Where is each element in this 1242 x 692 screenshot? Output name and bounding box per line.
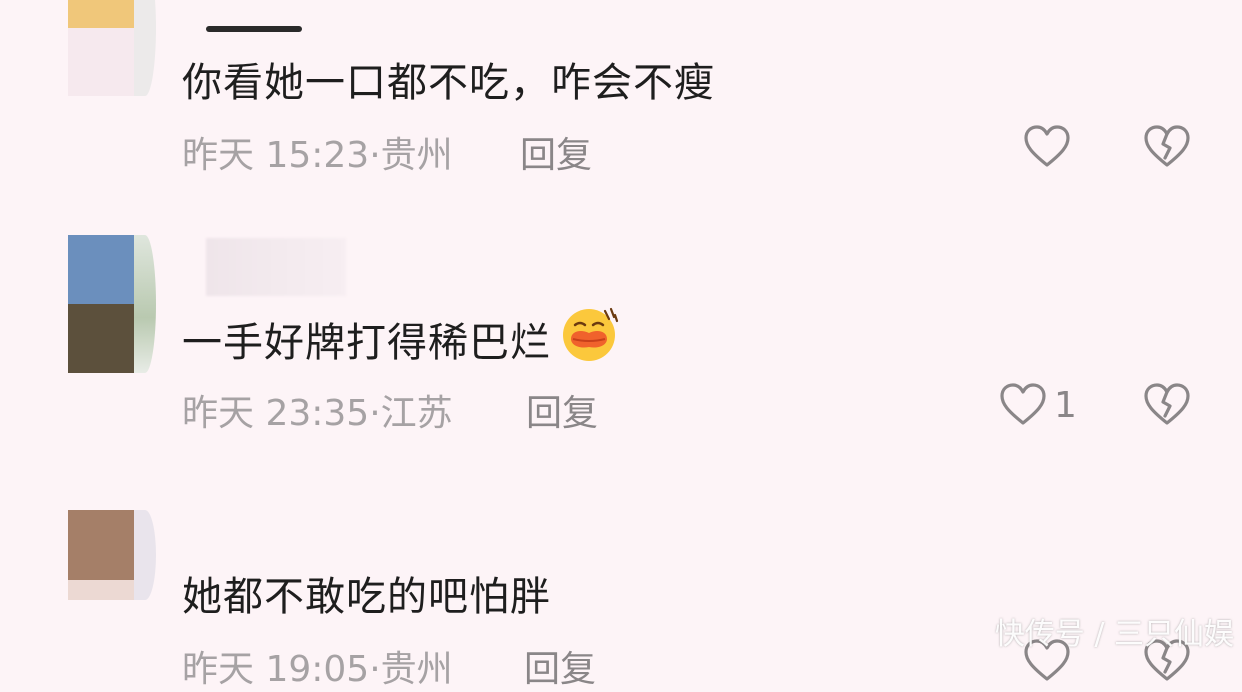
comment-item: 你看她一口都不吃，咋会不瘦 昨天 15:23·贵州 回复 [0, 0, 1242, 200]
comment-time: 昨天 15:23 [182, 135, 370, 176]
comment-text: 一手好牌打得稀巴烂 [182, 307, 619, 379]
meta-separator: · [369, 393, 381, 434]
broken-heart-icon [1144, 383, 1190, 425]
avatar[interactable] [68, 510, 156, 600]
reply-button[interactable]: 回复 [526, 384, 598, 436]
comment-time: 昨天 19:05 [182, 649, 370, 690]
username[interactable] [206, 26, 302, 32]
reply-button[interactable]: 回复 [520, 126, 592, 178]
comment-location: 贵州 [380, 649, 453, 690]
like-button[interactable] [1022, 122, 1078, 172]
comment-meta: 昨天 19:05·贵州 [182, 640, 453, 692]
comment-location: 贵州 [380, 135, 453, 176]
comment-meta: 昨天 23:35·江苏 [182, 384, 453, 436]
heart-outline-icon [1024, 125, 1070, 167]
comment-time: 昨天 23:35 [182, 393, 370, 434]
reply-button[interactable]: 回复 [524, 640, 596, 692]
meta-separator: · [369, 135, 381, 176]
dislike-button[interactable] [1142, 122, 1192, 172]
username[interactable] [206, 238, 346, 296]
heart-outline-icon [1000, 383, 1046, 425]
broken-heart-icon [1144, 125, 1190, 167]
comment-text: 你看她一口都不吃，咋会不瘦 [182, 60, 715, 106]
dislike-button[interactable] [1142, 380, 1192, 430]
avatar[interactable] [68, 0, 156, 96]
like-count: 1 [1054, 384, 1077, 426]
comment-item: 一手好牌打得稀巴烂 昨天 23:35·江苏 回复 1 [0, 230, 1242, 450]
comment-location: 江苏 [380, 393, 453, 434]
comment-text: 她都不敢吃的吧怕胖 [182, 574, 551, 620]
avatar[interactable] [68, 235, 156, 373]
meta-separator: · [369, 649, 381, 690]
comment-text-content: 一手好牌打得稀巴烂 [182, 320, 551, 366]
comment-meta: 昨天 15:23·贵州 [182, 126, 453, 178]
hot-face-emoji [559, 305, 619, 373]
watermark: 快传号 / 三只仙娱 [994, 617, 1234, 652]
like-button[interactable]: 1 [998, 380, 1077, 430]
